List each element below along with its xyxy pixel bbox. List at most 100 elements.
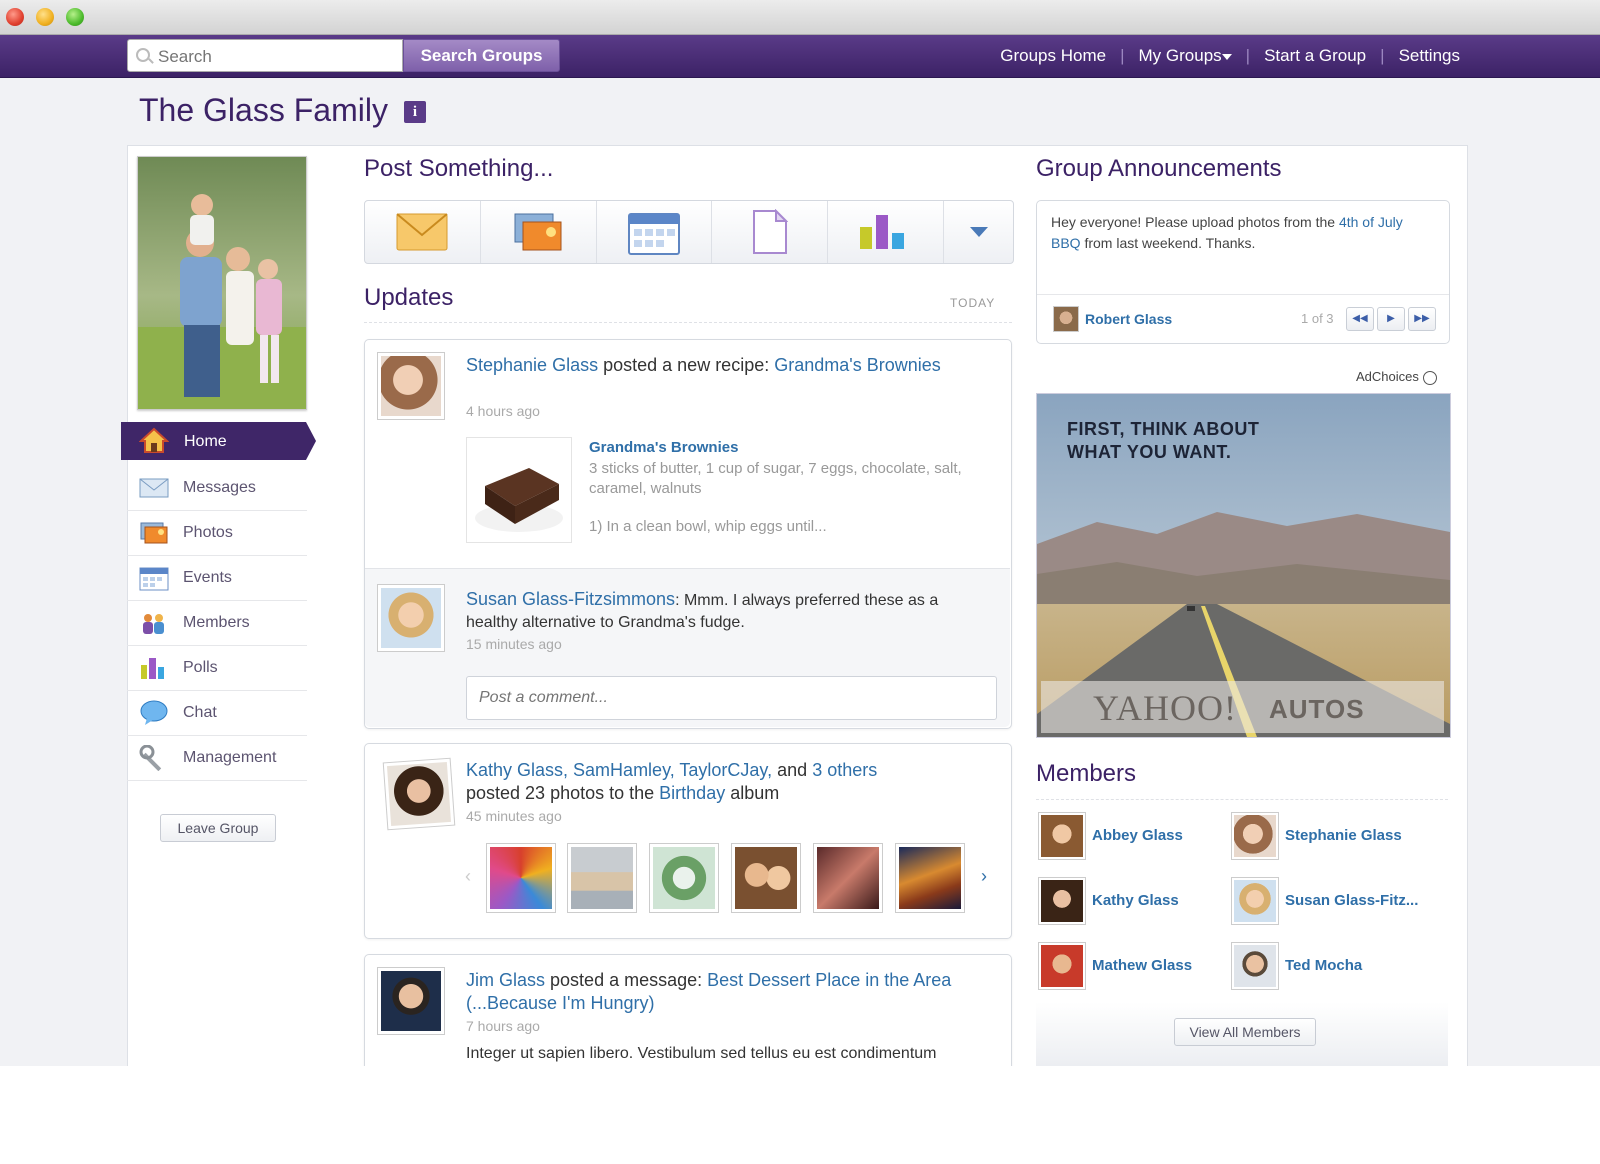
- post-photo-button[interactable]: [481, 201, 597, 263]
- last-page-button[interactable]: ▶▶: [1408, 307, 1436, 331]
- sidebar-item-members[interactable]: Members: [127, 601, 307, 646]
- sidebar-item-management[interactable]: Management: [127, 736, 307, 781]
- recipe-thumbnail[interactable]: [466, 437, 572, 543]
- adchoices-label: AdChoices: [1356, 369, 1419, 384]
- member-link[interactable]: Kathy Glass: [1092, 892, 1179, 909]
- update-text: Kathy Glass, SamHamley, TaylorCJay, and …: [466, 759, 986, 805]
- author-link[interactable]: Stephanie Glass: [466, 355, 598, 375]
- search-box[interactable]: [127, 39, 403, 72]
- sidebar-item-polls[interactable]: Polls: [127, 646, 307, 691]
- sidebar-item-photos[interactable]: Photos: [127, 511, 307, 556]
- photo-thumbnail[interactable]: [731, 843, 801, 913]
- post-event-button[interactable]: [597, 201, 713, 263]
- calendar-icon: [139, 567, 169, 591]
- pager-status: 1 of 3: [1301, 311, 1334, 326]
- photo-thumbnail[interactable]: [486, 843, 556, 913]
- others-link[interactable]: 3 others: [812, 760, 877, 780]
- post-heading: Post Something...: [364, 155, 554, 182]
- groups-home-link[interactable]: Groups Home: [1000, 46, 1106, 65]
- avatar[interactable]: [377, 352, 445, 420]
- sidebar-item-messages[interactable]: Messages: [127, 466, 307, 511]
- updates-heading: Updates: [364, 284, 454, 311]
- top-nav-bar: Search Groups Groups Home | My Groups | Star…: [0, 35, 1600, 78]
- poll-icon: [859, 215, 904, 249]
- photo-thumbnail[interactable]: [649, 843, 719, 913]
- view-all-members-button[interactable]: View All Members: [1174, 1018, 1316, 1046]
- next-page-button[interactable]: ▶: [1377, 307, 1405, 331]
- close-window-button[interactable]: [6, 8, 24, 26]
- comment-text: Susan Glass-Fitzsimmons: Mmm. I always p…: [466, 588, 991, 634]
- search-input[interactable]: [156, 46, 390, 68]
- start-group-link[interactable]: Start a Group: [1264, 46, 1366, 65]
- sidebar-nav: Home Messages Photos Events Members Poll…: [121, 422, 316, 781]
- document-icon: [752, 209, 788, 254]
- avatar[interactable]: [1231, 812, 1279, 860]
- avatar[interactable]: [377, 967, 445, 1035]
- photo-thumbnail[interactable]: [567, 843, 637, 913]
- minimize-window-button[interactable]: [36, 8, 54, 26]
- photo-thumbnail[interactable]: [813, 843, 883, 913]
- member-link[interactable]: Abbey Glass: [1092, 827, 1183, 844]
- next-photos-arrow-icon[interactable]: ›: [981, 866, 987, 887]
- avatar[interactable]: [1231, 942, 1279, 990]
- comment-author-link[interactable]: Susan Glass-Fitzsimmons: [466, 589, 675, 609]
- recipe-preview: Grandma's Brownies 3 sticks of butter, 1…: [589, 439, 989, 537]
- recipe-link[interactable]: Grandma's Brownies: [774, 355, 941, 375]
- member-link[interactable]: Stephanie Glass: [1285, 827, 1402, 844]
- separator: |: [1120, 46, 1125, 65]
- sidebar-item-events[interactable]: Events: [127, 556, 307, 601]
- sidebar-item-home[interactable]: Home: [121, 422, 316, 460]
- poll-icon: [141, 658, 164, 679]
- update-text: Jim Glass posted a message: Best Dessert…: [466, 969, 986, 1015]
- members-icon: [143, 614, 164, 634]
- comment-input[interactable]: [467, 677, 981, 719]
- post-poll-button[interactable]: [828, 201, 945, 263]
- settings-link[interactable]: Settings: [1399, 46, 1460, 65]
- photo-thumbnail[interactable]: [895, 843, 965, 913]
- ad-headline-line2: WHAT YOU WANT.: [1067, 442, 1232, 462]
- divider: [1036, 799, 1448, 800]
- more-post-options-button[interactable]: [944, 201, 1013, 263]
- sidebar-item-chat[interactable]: Chat: [127, 691, 307, 736]
- leave-group-button[interactable]: Leave Group: [160, 814, 276, 842]
- window-chrome: [0, 0, 1600, 35]
- autos-logo-text: AUTOS: [1269, 694, 1365, 724]
- avatar[interactable]: [1038, 942, 1086, 990]
- announcement-author-link[interactable]: Robert Glass: [1085, 311, 1172, 327]
- advertisement[interactable]: FIRST, THINK ABOUT WHAT YOU WANT. YAHOO! A…: [1036, 393, 1451, 738]
- avatar[interactable]: [1231, 877, 1279, 925]
- avatar[interactable]: [1038, 877, 1086, 925]
- group-photo: [137, 156, 307, 410]
- recipe-title-link[interactable]: Grandma's Brownies: [589, 439, 989, 456]
- avatar[interactable]: [1053, 306, 1079, 332]
- album-link[interactable]: Birthday: [659, 783, 725, 803]
- wrench-icon: [139, 745, 162, 771]
- divider: [364, 322, 1012, 323]
- sidebar-item-label: Polls: [183, 659, 218, 676]
- sidebar-item-label: Members: [183, 614, 250, 631]
- envelope-icon: [139, 478, 169, 498]
- photos-icon: [514, 213, 562, 251]
- first-page-button[interactable]: ◀◀: [1346, 307, 1374, 331]
- avatar[interactable]: [377, 584, 445, 652]
- comment-field[interactable]: [466, 676, 997, 720]
- member-link[interactable]: Susan Glass-Fitz...: [1285, 892, 1418, 909]
- adchoices-link[interactable]: AdChoices: [1356, 369, 1437, 385]
- post-file-button[interactable]: [712, 201, 829, 263]
- author-link[interactable]: Jim Glass: [466, 970, 545, 990]
- avatar[interactable]: [382, 757, 456, 831]
- search-icon: [136, 48, 150, 62]
- member-link[interactable]: Mathew Glass: [1092, 957, 1192, 974]
- search-groups-button[interactable]: Search Groups: [403, 39, 560, 72]
- zoom-window-button[interactable]: [66, 8, 84, 26]
- update-action: posted 23 photos to the: [466, 783, 655, 803]
- info-icon[interactable]: i: [404, 101, 426, 123]
- authors-link[interactable]: Kathy Glass, SamHamley, TaylorCJay,: [466, 760, 772, 780]
- previous-photos-arrow-icon[interactable]: ‹: [465, 866, 471, 887]
- my-groups-menu[interactable]: My Groups: [1139, 46, 1232, 65]
- ad-headline-line1: FIRST, THINK ABOUT: [1067, 419, 1260, 439]
- member-link[interactable]: Ted Mocha: [1285, 957, 1362, 974]
- update-action: posted a new recipe:: [603, 355, 770, 375]
- avatar[interactable]: [1038, 812, 1086, 860]
- post-message-button[interactable]: [365, 201, 481, 263]
